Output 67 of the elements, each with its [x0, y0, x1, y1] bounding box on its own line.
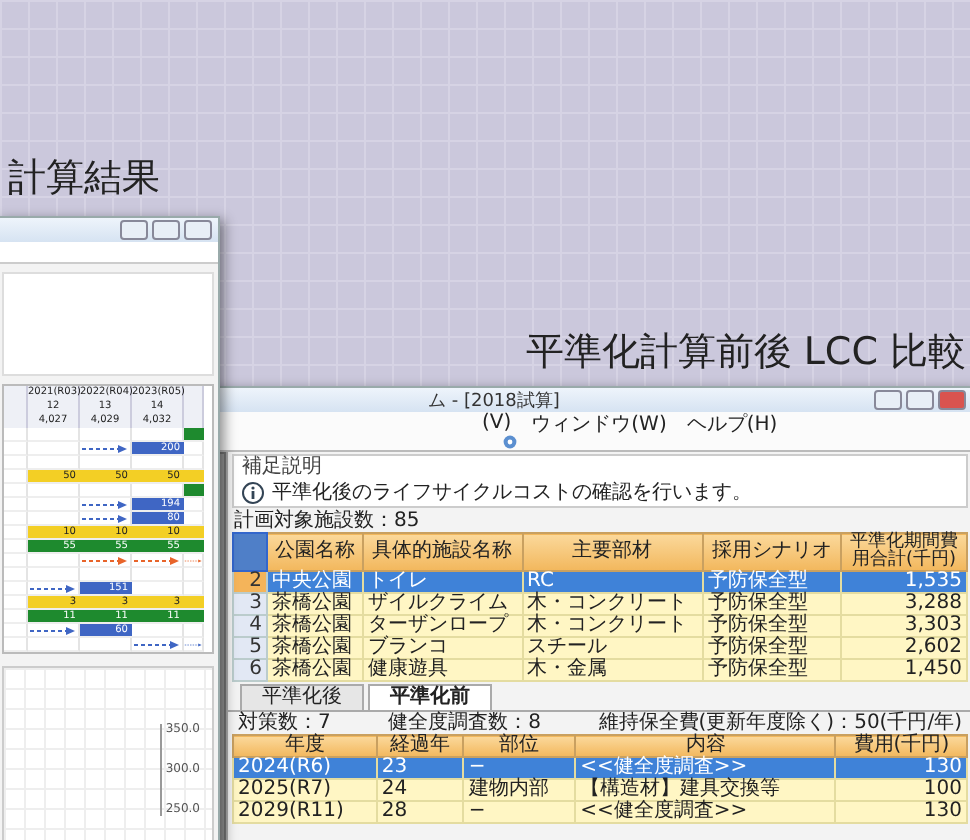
- table-cell[interactable]: 茶橋公園: [267, 659, 363, 681]
- table-cell[interactable]: 2025(R7): [233, 779, 377, 801]
- table-cell[interactable]: 健康遊具: [362, 659, 523, 681]
- menu-item[interactable]: ヘルプ(H): [686, 409, 778, 437]
- column-header: 経過年: [376, 735, 464, 757]
- table-cell[interactable]: 28: [376, 801, 464, 823]
- table-cell[interactable]: 茶橋公園: [267, 615, 363, 637]
- menu-item[interactable]: (V): [482, 412, 512, 434]
- table-cell[interactable]: 2029(R11): [233, 801, 377, 823]
- column-header: 公園名称: [267, 533, 363, 571]
- section-caption: 計算結果: [8, 154, 160, 204]
- table-cell[interactable]: 木・コンクリート: [522, 593, 703, 615]
- column-header: 費用(千円): [835, 735, 967, 757]
- table-cell[interactable]: ターザンロープ: [362, 615, 523, 637]
- facility-count: 計画対象施設数：85: [232, 510, 422, 532]
- table-cell[interactable]: 2,602: [841, 637, 967, 659]
- row-number: 3: [233, 593, 267, 615]
- table-cell[interactable]: 1,535: [841, 571, 967, 593]
- table-cell[interactable]: 【構造材】建具交換等: [575, 779, 836, 801]
- table-cell[interactable]: <<健全度調査>>: [575, 801, 836, 823]
- row-number: 4: [233, 615, 267, 637]
- table-cell[interactable]: ブランコ: [362, 637, 523, 659]
- table-cell[interactable]: 茶橋公園: [267, 637, 363, 659]
- table-cell[interactable]: 3,303: [841, 615, 967, 637]
- table-cell[interactable]: 予防保全型: [702, 571, 841, 593]
- column-header: 年度: [233, 735, 377, 757]
- table-cell[interactable]: 2024(R6): [233, 757, 377, 779]
- table-cell[interactable]: 24: [376, 779, 464, 801]
- table-cell[interactable]: 予防保全型: [702, 593, 841, 615]
- table-cell[interactable]: 茶橋公園: [267, 593, 363, 615]
- table-cell[interactable]: 23: [376, 757, 464, 779]
- table-cell[interactable]: 130: [835, 757, 967, 779]
- table-cell[interactable]: 木・金属: [522, 659, 703, 681]
- table-cell[interactable]: 予防保全型: [702, 659, 841, 681]
- table-cell[interactable]: ザイルクライム: [362, 593, 523, 615]
- row-number: 2: [233, 571, 267, 593]
- column-header: 具体的施設名称: [362, 533, 523, 571]
- table-cell[interactable]: 予防保全型: [702, 615, 841, 637]
- table-cell[interactable]: <<健全度調査>>: [575, 757, 836, 779]
- stat-text: 維持保全費(更新年度除く)：50(千円/年): [596, 712, 964, 734]
- window-title: ム - [2018試算]: [428, 389, 560, 412]
- section-caption: 平準化計算前後 LCC 比較: [525, 328, 966, 378]
- stat-text: 健全度調査数：8: [386, 712, 544, 734]
- row-number: 6: [233, 659, 267, 681]
- column-header: 主要部材: [522, 533, 703, 571]
- note-text: 平準化後のライフサイクルコストの確認を行います。: [272, 480, 752, 506]
- table-cell[interactable]: 予防保全型: [702, 637, 841, 659]
- table-cell[interactable]: 1,450: [841, 659, 967, 681]
- menu-item[interactable]: ウィンドウ(W): [531, 409, 667, 437]
- table-cell[interactable]: 3,288: [841, 593, 967, 615]
- table-cell[interactable]: 130: [835, 801, 967, 823]
- column-header: 採用シナリオ: [702, 533, 841, 571]
- table-cell[interactable]: RC: [522, 571, 703, 593]
- tab[interactable]: 平準化前: [368, 684, 492, 710]
- table-cell[interactable]: 中央公園: [267, 571, 363, 593]
- column-header: 内容: [575, 735, 836, 757]
- table-cell[interactable]: 100: [835, 779, 967, 801]
- table-cell[interactable]: 木・コンクリート: [522, 615, 703, 637]
- table-cell[interactable]: 建物内部: [463, 779, 576, 801]
- table-cell[interactable]: トイレ: [362, 571, 523, 593]
- table-cell[interactable]: スチール: [522, 637, 703, 659]
- column-header: 部位: [463, 735, 576, 757]
- note-header: 補足説明: [242, 456, 324, 480]
- stat-text: 対策数：7: [236, 712, 333, 734]
- column-header: 平準化期間費用合計(千円): [841, 533, 967, 571]
- tab[interactable]: 平準化後: [240, 684, 364, 710]
- row-number: 5: [233, 637, 267, 659]
